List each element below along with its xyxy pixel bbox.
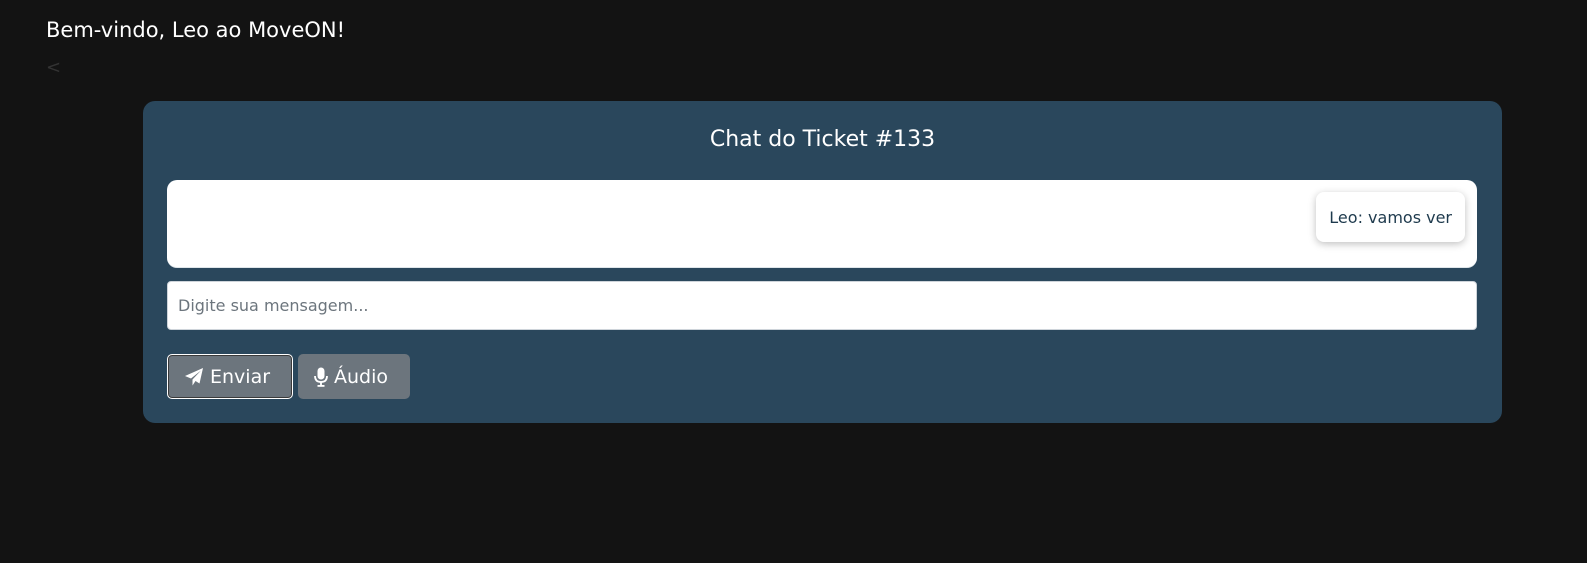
audio-button-label: Áudio [334, 365, 389, 388]
message-text: Leo: vamos ver [1329, 207, 1452, 227]
welcome-message: Bem-vindo, Leo ao MoveON! [46, 18, 346, 42]
back-button[interactable]: < [46, 56, 61, 80]
send-button-label: Enviar [210, 365, 271, 388]
chat-panel: Chat do Ticket #133 Leo: vamos ver Envia… [143, 101, 1502, 423]
chat-title: Chat do Ticket #133 [709, 127, 936, 152]
messages-container[interactable]: Leo: vamos ver [167, 180, 1477, 268]
paper-plane-icon [184, 367, 204, 387]
message-bubble: Leo: vamos ver [1316, 192, 1465, 242]
send-button[interactable]: Enviar [167, 354, 293, 399]
microphone-icon [314, 367, 328, 387]
audio-button[interactable]: Áudio [298, 354, 410, 399]
message-input[interactable] [167, 281, 1477, 330]
